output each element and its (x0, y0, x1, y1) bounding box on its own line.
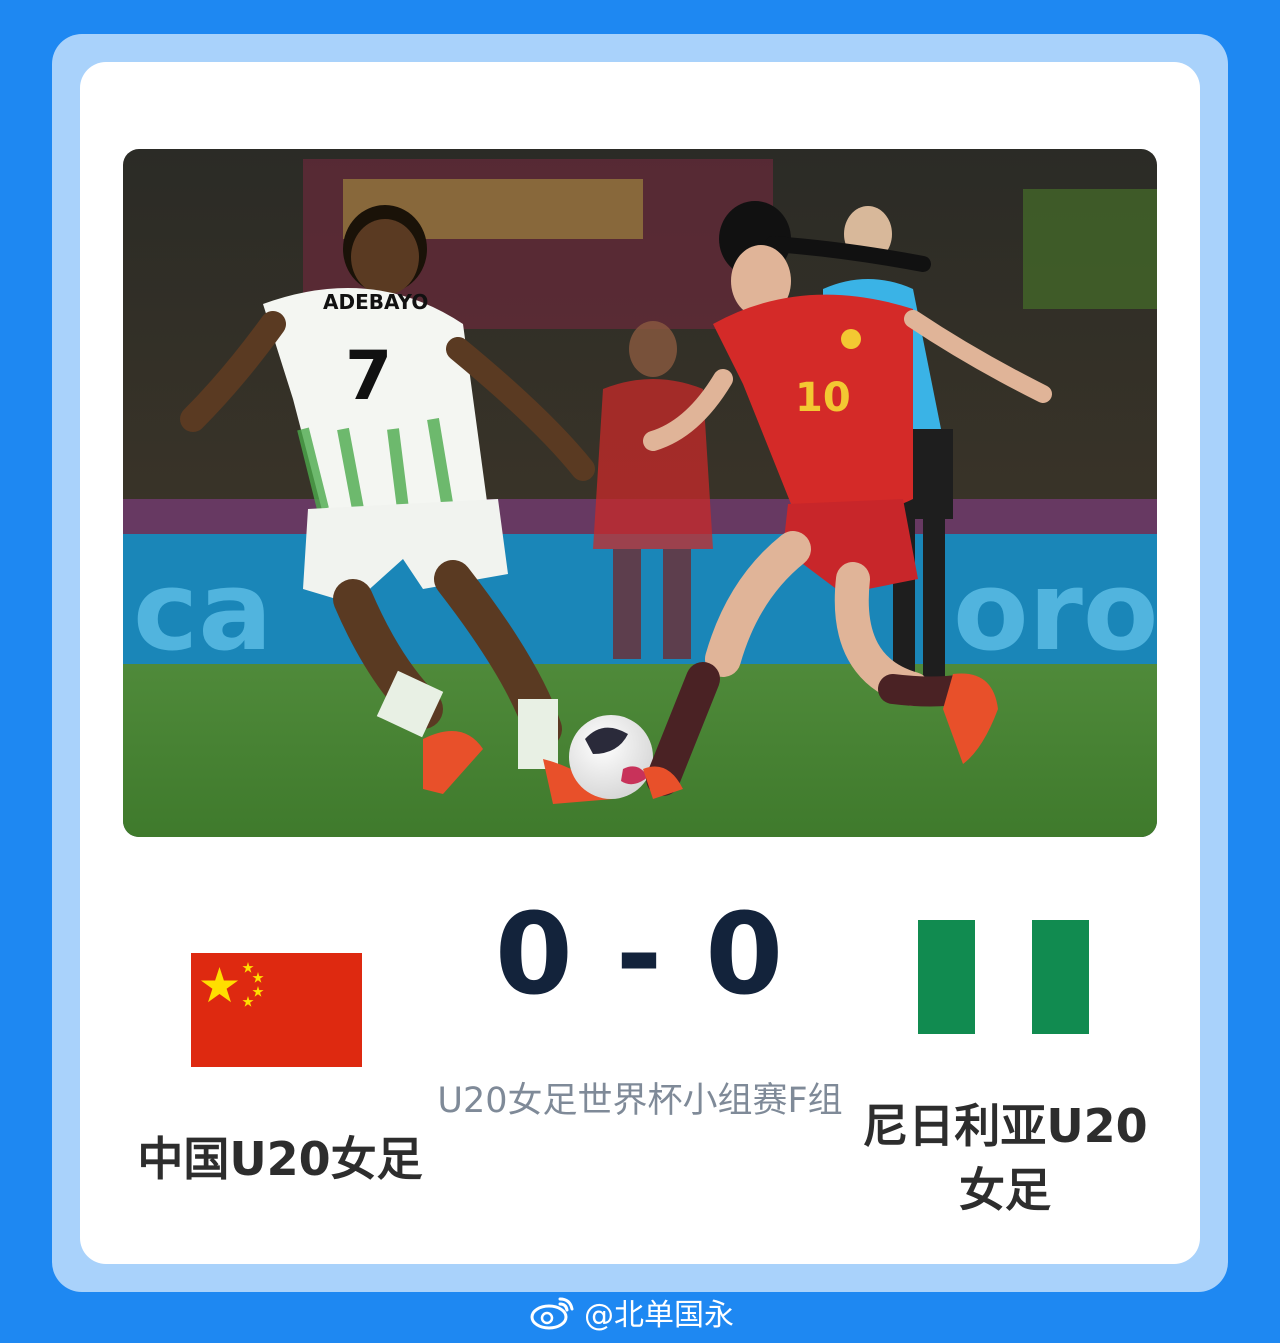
match-photo: ca oro ADEBAYO 7 10 (123, 149, 1157, 837)
weibo-logo-icon (530, 1297, 574, 1330)
away-team-name-line2: 女足 (959, 1163, 1051, 1217)
svg-text:ca: ca (133, 547, 272, 675)
match-score: 0 - 0 (494, 890, 786, 1020)
home-team-name: 中国U20女足 (137, 1132, 423, 1186)
watermark-handle: @北单国永 (584, 1298, 734, 1333)
svg-text:10: 10 (795, 375, 851, 421)
china-flag-icon (191, 953, 362, 1067)
away-team-name-line1: 尼日利亚U20 (862, 1099, 1148, 1153)
svg-text:7: 7 (345, 337, 392, 416)
nigeria-flag-icon (918, 920, 1089, 1034)
svg-text:ADEBAYO: ADEBAYO (323, 290, 428, 314)
watermark: @北单国永 (530, 1290, 734, 1334)
svg-text:oro: oro (953, 547, 1157, 675)
away-team-name: 尼日利亚U20 女足 (840, 1094, 1170, 1222)
